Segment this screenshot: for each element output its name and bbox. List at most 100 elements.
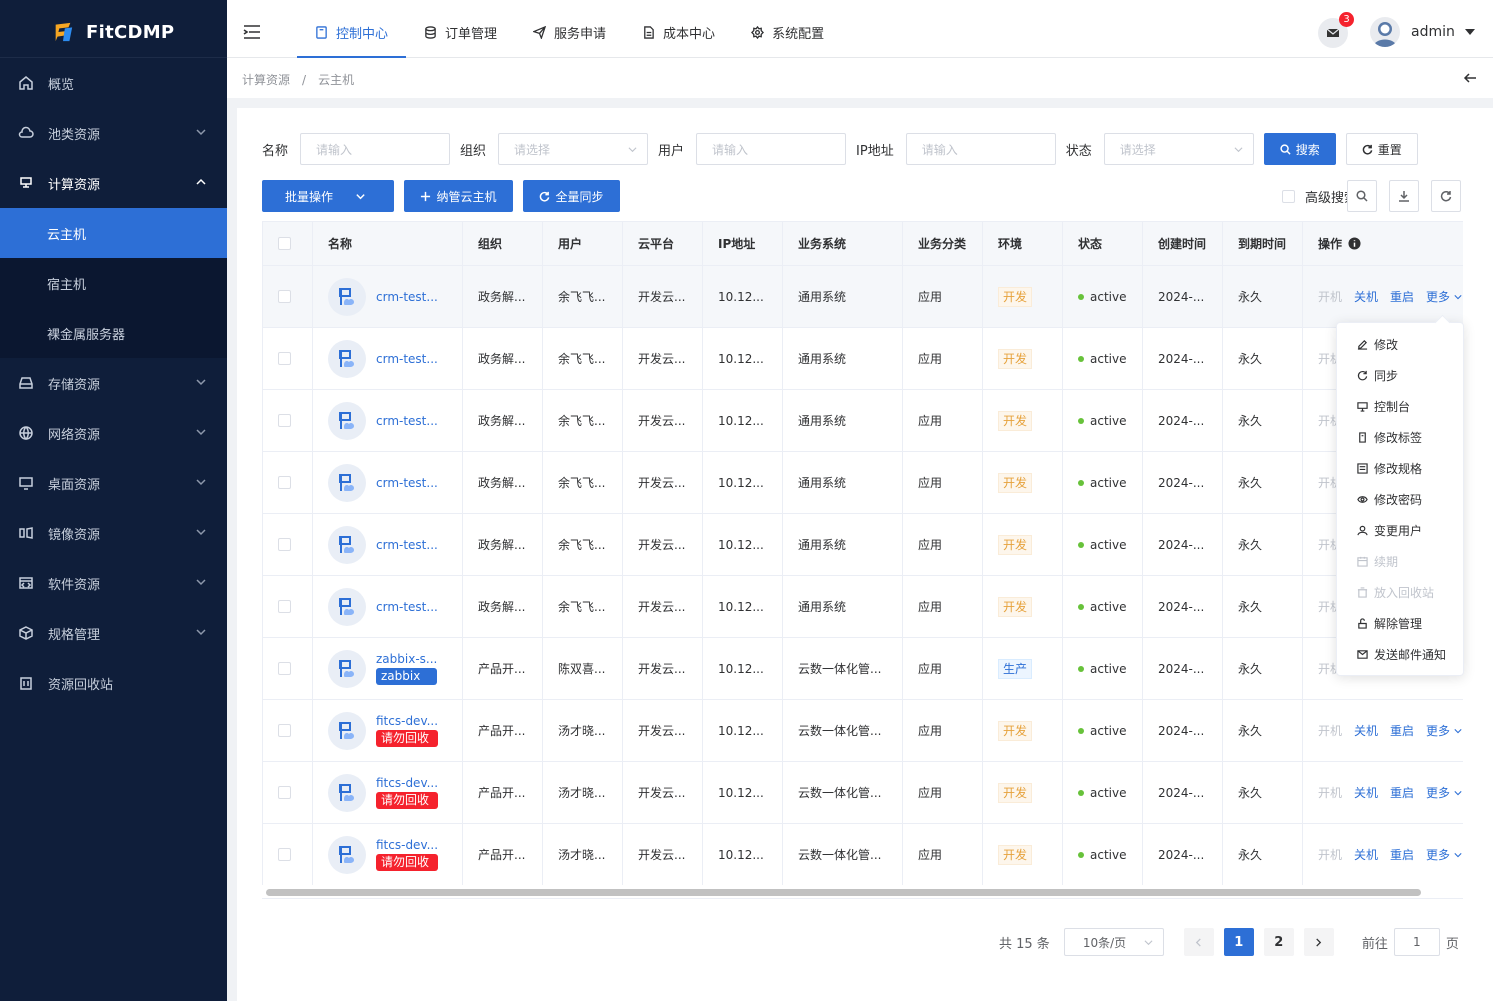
org-filter-select[interactable]: 请选择 — [498, 133, 649, 165]
vm-name-link[interactable]: crm-test... — [376, 600, 438, 614]
chevron-down-icon — [1454, 295, 1462, 300]
advanced-search-toggle[interactable]: 高级搜索 — [1282, 187, 1357, 206]
row-checkbox[interactable] — [278, 290, 291, 303]
status-filter-select[interactable]: 请选择 — [1103, 133, 1254, 165]
ip-filter-input[interactable]: 请输入 — [905, 133, 1056, 165]
sidebar-item-host[interactable]: 宿主机 — [0, 258, 227, 308]
page-size-select[interactable]: 10条/页 — [1063, 928, 1164, 956]
goto-page-input[interactable]: 1 — [1393, 928, 1440, 956]
vm-name-link[interactable]: crm-test... — [376, 414, 438, 428]
sidebar-item-pool[interactable]: 池类资源 — [0, 108, 227, 158]
vm-name-link[interactable]: crm-test... — [376, 290, 438, 304]
app-logo[interactable]: FitCDMP — [0, 7, 227, 58]
restart-link[interactable]: 重启 — [1390, 722, 1414, 739]
vm-name-link[interactable]: crm-test... — [376, 352, 438, 366]
status-cell: active — [1063, 390, 1143, 452]
reset-button[interactable]: 重置 — [1345, 133, 1418, 165]
sidebar-item-desktop[interactable]: 桌面资源 — [0, 458, 227, 508]
sidebar-item-compute[interactable]: 计算资源 — [0, 158, 227, 208]
batch-operation-button[interactable]: 批量操作 — [262, 180, 394, 212]
full-sync-button[interactable]: 全量同步 — [523, 180, 620, 212]
sidebar-item-vm[interactable]: 云主机 — [0, 208, 227, 258]
dropdown-item[interactable]: 解除管理 — [1337, 608, 1463, 639]
sidebar-item-recycle[interactable]: 资源回收站 — [0, 658, 227, 708]
sidebar-item-image[interactable]: 镜像资源 — [0, 508, 227, 558]
prev-page-button[interactable] — [1183, 928, 1214, 956]
search-button[interactable]: 搜索 — [1263, 133, 1336, 165]
manage-vm-button[interactable]: 纳管云主机 — [404, 180, 513, 212]
tab-orders[interactable]: 订单管理 — [406, 7, 515, 58]
page-button-1[interactable]: 1 — [1223, 928, 1254, 956]
back-arrow-icon[interactable] — [1463, 71, 1477, 85]
vm-name-link[interactable]: crm-test... — [376, 476, 438, 490]
stop-link[interactable]: 关机 — [1354, 846, 1378, 863]
page-button-2[interactable]: 2 — [1263, 928, 1294, 956]
start-link[interactable]: 开机 — [1318, 784, 1342, 801]
more-link[interactable]: 更多 — [1426, 722, 1462, 739]
info-icon[interactable] — [1348, 237, 1361, 250]
scrollbar-thumb[interactable] — [266, 889, 1421, 896]
sidebar-item-network[interactable]: 网络资源 — [0, 408, 227, 458]
start-link[interactable]: 开机 — [1318, 288, 1342, 305]
dropdown-item[interactable]: 修改 — [1337, 329, 1463, 360]
dropdown-item[interactable]: 发送邮件通知 — [1337, 639, 1463, 670]
stop-link[interactable]: 关机 — [1354, 722, 1378, 739]
vm-name-link[interactable]: zabbix-s... — [376, 652, 437, 666]
dropdown-item[interactable]: 修改密码 — [1337, 484, 1463, 515]
search-toggle-button[interactable] — [1347, 180, 1377, 212]
advanced-search-checkbox[interactable] — [1282, 190, 1295, 203]
select-all-checkbox[interactable] — [278, 237, 291, 250]
dropdown-item[interactable]: 修改规格 — [1337, 453, 1463, 484]
restart-link[interactable]: 重启 — [1390, 784, 1414, 801]
user-filter-input[interactable]: 请输入 — [696, 133, 847, 165]
start-link[interactable]: 开机 — [1318, 722, 1342, 739]
dropdown-item[interactable]: 修改标签 — [1337, 422, 1463, 453]
sidebar-item-software[interactable]: 软件资源 — [0, 558, 227, 608]
row-checkbox[interactable] — [278, 600, 291, 613]
row-checkbox[interactable] — [278, 848, 291, 861]
tab-system-config[interactable]: 系统配置 — [733, 7, 842, 58]
vm-name-link[interactable]: fitcs-dev... — [376, 714, 438, 728]
start-link[interactable]: 开机 — [1318, 846, 1342, 863]
restart-link[interactable]: 重启 — [1390, 288, 1414, 305]
tab-control-center[interactable]: 控制中心 — [297, 7, 407, 58]
row-checkbox[interactable] — [278, 352, 291, 365]
caret-down-icon[interactable] — [1465, 29, 1475, 35]
header-cell: 业务系统 — [783, 222, 903, 266]
avatar[interactable] — [1370, 17, 1400, 47]
sidebar-item-storage[interactable]: 存储资源 — [0, 358, 227, 408]
vm-name-link[interactable]: fitcs-dev... — [376, 776, 438, 790]
tab-service-request[interactable]: 服务申请 — [515, 7, 624, 58]
dropdown-item[interactable]: 变更用户 — [1337, 515, 1463, 546]
row-checkbox[interactable] — [278, 476, 291, 489]
more-link[interactable]: 更多 — [1426, 784, 1462, 801]
stop-link[interactable]: 关机 — [1354, 288, 1378, 305]
refresh-button[interactable] — [1431, 180, 1461, 212]
horizontal-scrollbar[interactable] — [262, 885, 1463, 899]
row-checkbox[interactable] — [278, 786, 291, 799]
menu-fold-icon[interactable] — [243, 23, 261, 41]
export-button[interactable] — [1389, 180, 1419, 212]
user-name[interactable]: admin — [1411, 24, 1455, 40]
row-checkbox[interactable] — [278, 538, 291, 551]
more-link[interactable]: 更多 — [1426, 846, 1462, 863]
row-checkbox[interactable] — [278, 414, 291, 427]
sidebar-item-overview[interactable]: 概览 — [0, 58, 227, 108]
vm-name-link[interactable]: crm-test... — [376, 538, 438, 552]
breadcrumb-parent[interactable]: 计算资源 — [242, 73, 290, 87]
sidebar-item-spec[interactable]: 规格管理 — [0, 608, 227, 658]
more-link[interactable]: 更多 — [1426, 288, 1462, 305]
dropdown-item[interactable]: 控制台 — [1337, 391, 1463, 422]
tab-cost-center[interactable]: 成本中心 — [624, 7, 733, 58]
next-page-button[interactable] — [1303, 928, 1334, 956]
stop-link[interactable]: 关机 — [1354, 784, 1378, 801]
vm-name-link[interactable]: fitcs-dev... — [376, 838, 438, 852]
dropdown-item[interactable]: 同步 — [1337, 360, 1463, 391]
sidebar-item-baremetal[interactable]: 裸金属服务器 — [0, 308, 227, 358]
restart-link[interactable]: 重启 — [1390, 846, 1414, 863]
dropdown-item[interactable]: 续期 — [1337, 546, 1463, 577]
row-checkbox[interactable] — [278, 662, 291, 675]
dropdown-item[interactable]: 放入回收站 — [1337, 577, 1463, 608]
row-checkbox[interactable] — [278, 724, 291, 737]
name-filter-input[interactable]: 请输入 — [300, 133, 451, 165]
